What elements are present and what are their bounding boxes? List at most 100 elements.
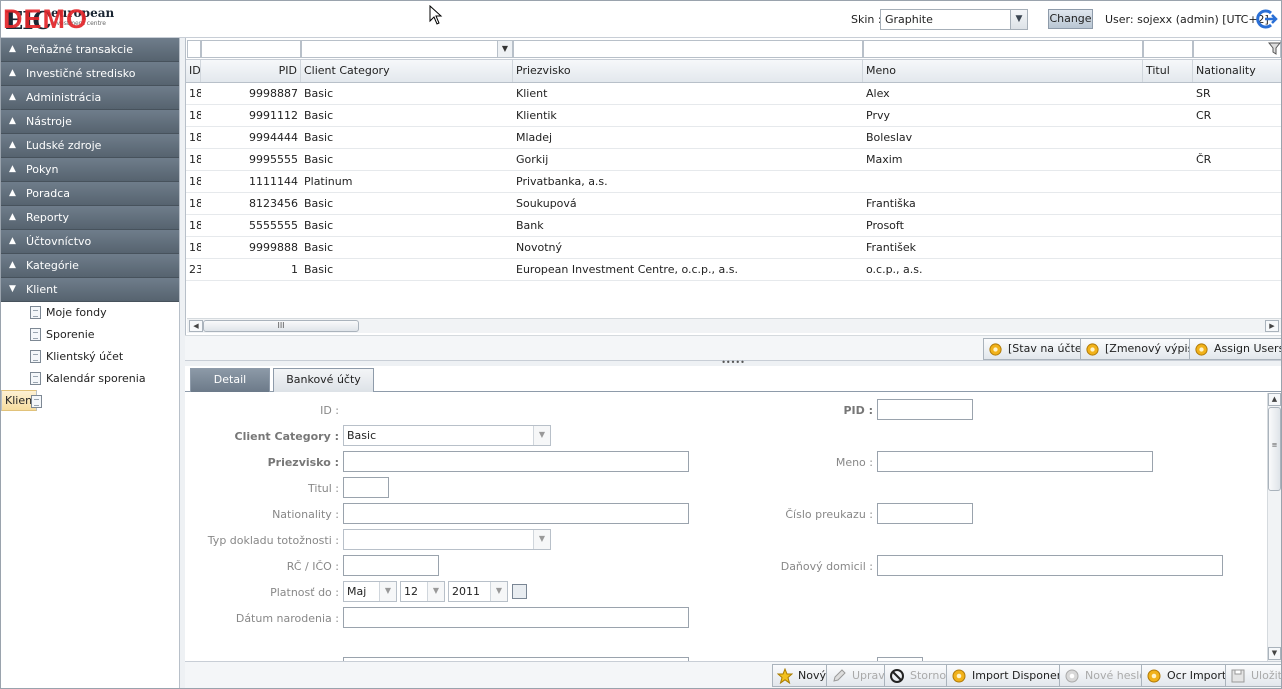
nationality-field[interactable]	[343, 503, 689, 524]
change-skin-button[interactable]: Change	[1048, 9, 1093, 29]
chevron-down-icon[interactable]: ▼	[1010, 10, 1027, 29]
platnost-month-select[interactable]: Maj ▼	[343, 581, 397, 602]
datum-narodenia-field[interactable]	[343, 607, 689, 628]
button-label: Assign Users	[1214, 342, 1282, 355]
filter-priezvisko[interactable]	[513, 40, 863, 58]
sidebar-section-investicne-stredisko[interactable]: ▲ Investičné stredisko	[1, 62, 179, 86]
sidebar-item-label: Sporenie	[46, 328, 95, 341]
client-category-select[interactable]: Basic ▼	[343, 425, 551, 446]
sidebar-item-sporenie[interactable]: Sporenie	[1, 324, 179, 346]
table-row[interactable]: 18 1111144 Platinum Privatbanka, a.s.	[186, 171, 1281, 193]
cell-pid: 8123456	[249, 197, 298, 210]
column-header-nationality[interactable]: Nationality	[1193, 60, 1281, 82]
grid-header-row: ID PID Client Category Priezvisko Meno T…	[186, 60, 1281, 83]
cislo-preukazu-field[interactable]	[877, 503, 973, 524]
table-row[interactable]: 23 1 Basic European Investment Centre, o.c.…	[186, 259, 1281, 281]
filter-meno[interactable]	[863, 40, 1143, 58]
chevron-up-icon: ▲	[9, 140, 16, 150]
sidebar-section-ludske-zdroje[interactable]: ▲ Ľudské zdroje	[1, 134, 179, 158]
nove-heslo-button[interactable]: Nové heslo	[1059, 664, 1151, 687]
scroll-down-icon[interactable]: ▼	[1268, 647, 1281, 660]
platnost-day-select[interactable]: 12 ▼	[400, 581, 445, 602]
sidebar-section-reporty[interactable]: ▲ Reporty	[1, 206, 179, 230]
table-row[interactable]: 18 9999888 Basic Novotný František	[186, 237, 1281, 259]
sidebar-section-label: Peňažné transakcie	[26, 43, 133, 56]
sidebar-item-kalendar-sporenia[interactable]: Kalendár sporenia	[1, 368, 179, 390]
platnost-year-select[interactable]: 2011 ▼	[448, 581, 508, 602]
table-row[interactable]: 18 9995555 Basic Gorkij Maxim ČR	[186, 149, 1281, 171]
cell-id: 18	[189, 197, 201, 210]
storno-button[interactable]: Storno	[884, 664, 952, 687]
filter-icon[interactable]	[1268, 42, 1281, 55]
column-header-pid[interactable]: PID	[201, 60, 301, 82]
scroll-thumb[interactable]: ≡	[1268, 407, 1281, 491]
stav-na-ucte-button[interactable]: [Stav na účte]	[983, 338, 1091, 360]
chevron-down-icon[interactable]: ▼	[533, 426, 550, 445]
sidebar-section-kategorie[interactable]: ▲ Kategórie	[1, 254, 179, 278]
chevron-down-icon[interactable]: ▼	[490, 582, 507, 601]
column-header-priezvisko[interactable]: Priezvisko	[513, 60, 863, 82]
sidebar-section-uctovnictvo[interactable]: ▲ Účtovníctvo	[1, 230, 179, 254]
novy-button[interactable]: Nový	[772, 664, 831, 687]
column-header-titul[interactable]: Titul	[1143, 60, 1193, 82]
cell-priezvisko: Privatbanka, a.s.	[516, 175, 608, 188]
sidebar-section-nastroje[interactable]: ▲ Nástroje	[1, 110, 179, 134]
filter-titul[interactable]	[1143, 40, 1193, 58]
sidebar-section-poradca[interactable]: ▲ Poradca	[1, 182, 179, 206]
scroll-left-icon[interactable]: ◀	[189, 320, 203, 332]
rc-ico-field[interactable]	[343, 555, 439, 576]
chevron-down-icon[interactable]: ▼	[379, 582, 396, 601]
cell-priezvisko: Soukupová	[516, 197, 577, 210]
calendar-icon[interactable]	[512, 584, 527, 599]
import-disponent-button[interactable]: Import Disponent	[946, 664, 1073, 687]
scroll-up-icon[interactable]: ▲	[1268, 393, 1281, 406]
zmenovy-vypis-button[interactable]: [Zmenový výpis]	[1080, 338, 1203, 360]
table-row[interactable]: 18 5555555 Basic Bank Prosoft	[186, 215, 1281, 237]
chevron-down-icon[interactable]: ▼	[427, 582, 444, 601]
filter-pid[interactable]	[201, 40, 301, 58]
titul-field[interactable]	[343, 477, 389, 498]
filter-id[interactable]	[187, 40, 201, 58]
sidebar-item-klientsky-ucet[interactable]: Klientský účet	[1, 346, 179, 368]
skin-select[interactable]: Graphite ▼	[880, 9, 1028, 30]
meno-field[interactable]	[877, 451, 1153, 472]
scroll-right-icon[interactable]: ▶	[1265, 320, 1279, 332]
priezvisko-label: Priezvisko :	[267, 456, 339, 469]
scroll-thumb[interactable]: III	[203, 320, 359, 332]
pid-field[interactable]	[877, 399, 973, 420]
table-row[interactable]: 18 8123456 Basic Soukupová Františka	[186, 193, 1281, 215]
assign-users-button[interactable]: Assign Users	[1189, 338, 1282, 360]
table-row[interactable]: 18 9994444 Basic Mladej Boleslav	[186, 127, 1281, 149]
logout-icon[interactable]	[1256, 8, 1278, 30]
typ-dokladu-select[interactable]: ▼	[343, 529, 551, 550]
danovy-domicil-field[interactable]	[877, 555, 1223, 576]
sidebar-section-klient[interactable]: ▼ Klient	[1, 278, 179, 302]
sidebar-item-moje-fondy[interactable]: Moje fondy	[1, 302, 179, 324]
column-header-client-category[interactable]: Client Category	[301, 60, 513, 82]
button-label: Nové heslo	[1085, 669, 1146, 682]
cell-priezvisko: Gorkij	[516, 153, 549, 166]
tab-bankove-ucty[interactable]: Bankové účty Aggr	[273, 368, 374, 408]
chevron-down-icon[interactable]: ▼	[533, 530, 550, 549]
ocr-import-button[interactable]: Ocr Import	[1141, 664, 1232, 687]
ulozit-button[interactable]: Uložit	[1225, 664, 1281, 687]
sidebar-section-penazne-transakcie[interactable]: ▲ Peňažné transakcie	[1, 38, 179, 62]
sidebar-item-klient[interactable]: Klient	[1, 390, 42, 411]
sidebar-section-pokyn[interactable]: ▲ Pokyn	[1, 158, 179, 182]
tab-detail[interactable]: Detail	[190, 368, 270, 392]
button-label: Uprav	[852, 669, 885, 682]
table-row[interactable]: 18 9998887 Basic Klient Alex SR	[186, 83, 1281, 105]
vertical-scrollbar[interactable]: ▲ ≡ ▼	[1267, 393, 1281, 661]
table-row[interactable]: 18 9991112 Basic Klientik Prvy CR	[186, 105, 1281, 127]
filter-client-category[interactable]: ▼	[301, 40, 513, 58]
column-header-meno[interactable]: Meno	[863, 60, 1143, 82]
chevron-down-icon[interactable]: ▼	[497, 41, 512, 57]
pid-label: PID :	[843, 404, 873, 417]
chevron-up-icon: ▲	[9, 44, 16, 54]
cell-titul	[1143, 127, 1193, 149]
uprav-button[interactable]: Uprav	[826, 664, 890, 687]
column-header-id[interactable]: ID	[186, 60, 201, 82]
sidebar-section-administracia[interactable]: ▲ Administrácia	[1, 86, 179, 110]
priezvisko-field[interactable]	[343, 451, 689, 472]
horizontal-scrollbar[interactable]: ◀ III ▶	[187, 318, 1281, 333]
